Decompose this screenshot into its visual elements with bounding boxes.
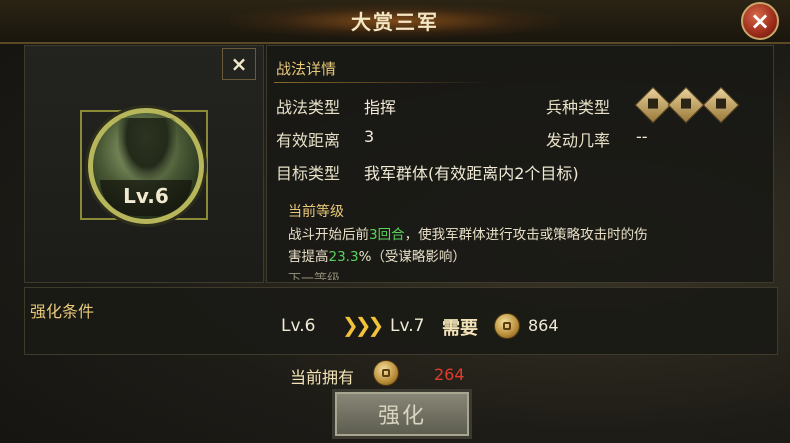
tactic-point-icon [494,313,520,339]
close-icon: × [230,52,248,76]
close-icon: × [749,7,771,35]
tactic-type-value: 指挥 [364,98,397,117]
owned-value: 264 [434,365,465,384]
panel-close-button[interactable]: × [222,48,256,80]
arrow-right-icon: ❯❯❯ [342,313,384,337]
strengthen-condition-label: 强化条件 [30,302,95,321]
next-level-heading: 下一等级 [288,272,341,280]
tactic-point-icon [373,360,399,386]
skill-portrait [118,118,176,180]
skill-level: Lv.6 [123,184,169,208]
next-level: Lv.7 [390,316,425,336]
close-button[interactable]: × [741,2,779,40]
target-type-value: 我军群体(有效距离内2个目标) [364,164,579,183]
trigger-rate-value: -- [636,127,648,146]
current-level-heading: 当前等级 [288,204,344,220]
target-type-label: 目标类型 [276,164,341,183]
dialog-title: 大赏三军 [351,10,439,34]
details-heading: 战法详情 [276,60,337,78]
heading-divider [274,82,494,83]
range-label: 有效距离 [276,131,341,150]
skill-description: 战斗开始后前3回合，使我军群体进行攻击或策略攻击时的伤 害提高23.3%（受谋略影… [288,227,648,265]
percent-highlight: 23.3 [328,249,359,265]
rounds-highlight: 3回合 [369,227,405,243]
range-value: 3 [364,127,375,146]
current-level: Lv.6 [281,316,316,336]
owned-label: 当前拥有 [290,368,355,387]
required-label: 需要 [442,318,478,339]
required-value: 864 [528,316,559,335]
trigger-rate-label: 发动几率 [546,131,611,150]
strengthen-button[interactable]: 强化 [332,389,472,439]
tactic-type-label: 战法类型 [276,98,341,117]
unit-type-label: 兵种类型 [546,98,611,117]
